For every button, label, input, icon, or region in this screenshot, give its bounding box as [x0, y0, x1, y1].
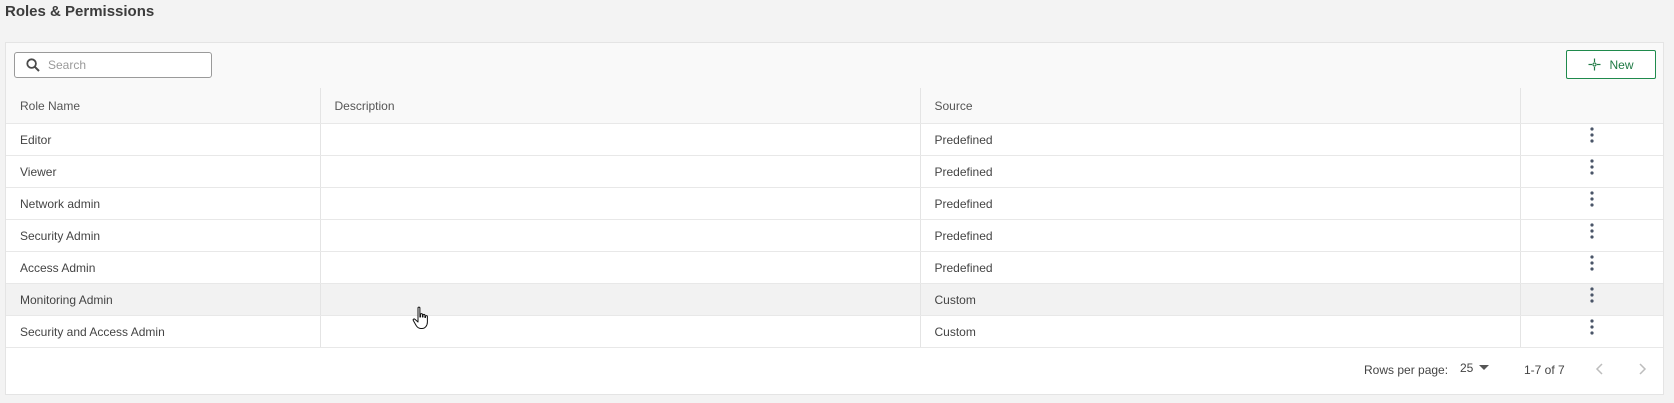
source-cell: Predefined	[920, 155, 1521, 188]
toolbar: New	[6, 43, 1663, 89]
source-cell: Predefined	[920, 219, 1521, 252]
search-box[interactable]	[14, 52, 212, 78]
more-vertical-icon[interactable]	[1584, 254, 1600, 272]
role-name-cell: Security Admin	[6, 219, 321, 252]
role-name-cell: Editor	[6, 123, 321, 156]
chevron-right-icon[interactable]	[1634, 361, 1650, 377]
table-row[interactable]: Security and Access Admin Custom	[6, 315, 1663, 348]
actions-cell	[1520, 251, 1663, 284]
description-cell	[320, 123, 921, 156]
source-cell: Custom	[920, 315, 1521, 348]
pagination-range: 1-7 of 7	[1524, 363, 1565, 377]
actions-cell	[1520, 123, 1663, 156]
table-row[interactable]: Editor Predefined	[6, 123, 1663, 156]
column-header-description[interactable]: Description	[320, 88, 921, 124]
search-input[interactable]	[48, 58, 188, 72]
table-header-row: Role Name Description Source	[6, 88, 1663, 124]
more-vertical-icon[interactable]	[1584, 318, 1600, 336]
rows-per-page-value: 25	[1460, 361, 1474, 375]
description-cell	[320, 219, 921, 252]
role-name-cell: Viewer	[6, 155, 321, 188]
hand-cursor-icon	[412, 306, 428, 329]
add-sparkle-icon	[1588, 58, 1601, 71]
actions-cell	[1520, 155, 1663, 188]
table-row[interactable]: Security Admin Predefined	[6, 219, 1663, 252]
search-icon	[26, 58, 40, 72]
column-header-actions	[1520, 88, 1663, 124]
rows-per-page-select[interactable]: 25	[1460, 361, 1490, 375]
description-cell	[320, 315, 921, 348]
actions-cell	[1520, 315, 1663, 348]
more-vertical-icon[interactable]	[1584, 126, 1600, 144]
role-name-cell: Security and Access Admin	[6, 315, 321, 348]
table-row[interactable]: Monitoring Admin Custom	[6, 283, 1663, 316]
column-header-role-name[interactable]: Role Name	[6, 88, 321, 124]
role-name-cell: Network admin	[6, 187, 321, 220]
source-cell: Predefined	[920, 123, 1521, 156]
actions-cell	[1520, 219, 1663, 252]
pagination: Rows per page: 25 1-7 of 7	[6, 349, 1663, 394]
source-cell: Predefined	[920, 251, 1521, 284]
roles-panel: New Role Name Description Source Editor …	[5, 42, 1664, 395]
more-vertical-icon[interactable]	[1584, 158, 1600, 176]
chevron-left-icon[interactable]	[1592, 361, 1608, 377]
actions-cell	[1520, 187, 1663, 220]
table-row[interactable]: Access Admin Predefined	[6, 251, 1663, 284]
source-cell: Predefined	[920, 187, 1521, 220]
new-button-label: New	[1609, 57, 1634, 72]
role-name-cell: Access Admin	[6, 251, 321, 284]
table-row[interactable]: Viewer Predefined	[6, 155, 1663, 188]
description-cell	[320, 283, 921, 316]
page-title: Roles & Permissions	[5, 3, 155, 20]
table-row[interactable]: Network admin Predefined	[6, 187, 1663, 220]
caret-down-icon	[1479, 365, 1490, 370]
column-header-source[interactable]: Source	[920, 88, 1521, 124]
new-role-button[interactable]: New	[1566, 50, 1656, 79]
roles-table: Role Name Description Source Editor Pred…	[6, 88, 1663, 348]
rows-per-page-label: Rows per page:	[1364, 363, 1449, 377]
source-cell: Custom	[920, 283, 1521, 316]
role-name-cell: Monitoring Admin	[6, 283, 321, 316]
more-vertical-icon[interactable]	[1584, 190, 1600, 208]
description-cell	[320, 155, 921, 188]
more-vertical-icon[interactable]	[1584, 222, 1600, 240]
more-vertical-icon[interactable]	[1584, 286, 1600, 304]
actions-cell	[1520, 283, 1663, 316]
description-cell	[320, 187, 921, 220]
description-cell	[320, 251, 921, 284]
